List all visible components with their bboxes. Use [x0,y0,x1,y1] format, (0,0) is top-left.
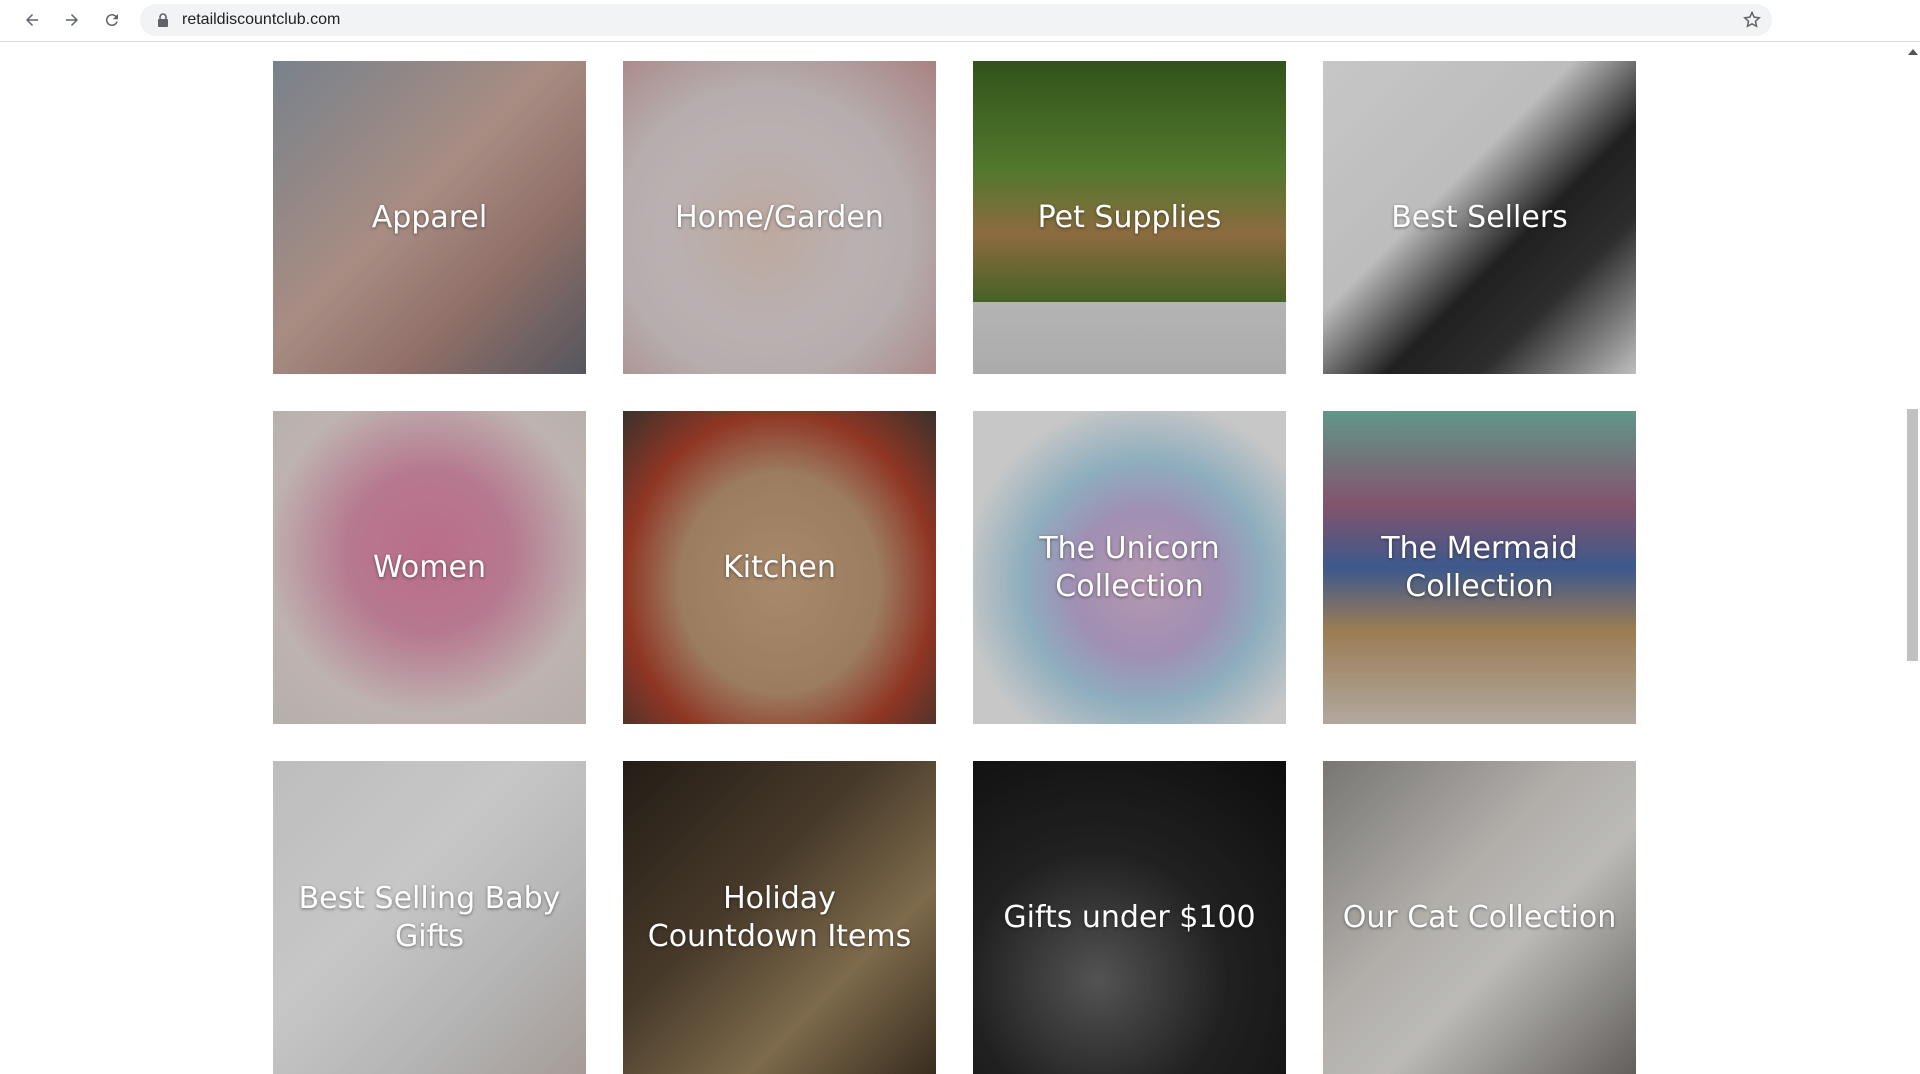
collection-label: Apparel [371,199,488,235]
collection-tile-gifts-under-100[interactable]: Gifts under $100 [973,761,1286,1074]
collection-label: Gifts under $100 [1003,899,1256,935]
collection-label: Women [373,549,486,585]
forward-arrow-icon [66,14,78,26]
back-arrow-icon [26,14,38,26]
collection-label: The Unicorn Collection [1039,530,1220,604]
collection-label: Pet Supplies [1037,199,1222,235]
collection-label: The Mermaid Collection [1381,530,1578,604]
scroll-up-arrow-icon[interactable] [1908,49,1918,55]
collection-label: Kitchen [723,549,836,585]
collection-label: Our Cat Collection [1342,899,1617,935]
url-text: retaildiscountclub.com [182,11,341,28]
collection-tile-unicorn[interactable]: The Unicorn Collection [973,411,1286,724]
collection-tile-mermaid[interactable]: The Mermaid Collection [1323,411,1636,724]
collection-label: Holiday Countdown Items [647,880,912,954]
scroll-thumb[interactable] [1907,409,1918,661]
collection-label: Home/Garden [675,199,884,235]
collection-label: Best Selling Baby Gifts [298,880,561,954]
page-scrollbar[interactable] [1905,43,1920,984]
collection-label: Best Sellers [1391,199,1568,235]
bookmark-star-icon[interactable] [1742,10,1762,30]
collection-tile-best-sellers[interactable]: Best Sellers [1323,61,1636,374]
collection-tile-home-garden[interactable]: Home/Garden [623,61,936,374]
browser-toolbar: retaildiscountclub.com [0,0,1920,42]
collection-tile-pet-supplies[interactable]: Pet Supplies [973,61,1286,374]
collection-tile-baby-gifts[interactable]: Best Selling Baby Gifts [273,761,586,1074]
collection-tile-cat[interactable]: Our Cat Collection [1323,761,1636,1074]
address-bar[interactable]: retaildiscountclub.com [140,4,1772,36]
back-button[interactable] [18,6,46,34]
lock-icon [158,13,168,27]
collection-tile-holiday-countdown[interactable]: Holiday Countdown Items [623,761,936,1074]
reload-button[interactable] [98,6,126,34]
collection-tile-kitchen[interactable]: Kitchen [623,411,936,724]
reload-icon [105,14,118,27]
collection-tile-apparel[interactable]: Apparel [273,61,586,374]
collection-tile-women[interactable]: Women [273,411,586,724]
forward-button[interactable] [58,6,86,34]
